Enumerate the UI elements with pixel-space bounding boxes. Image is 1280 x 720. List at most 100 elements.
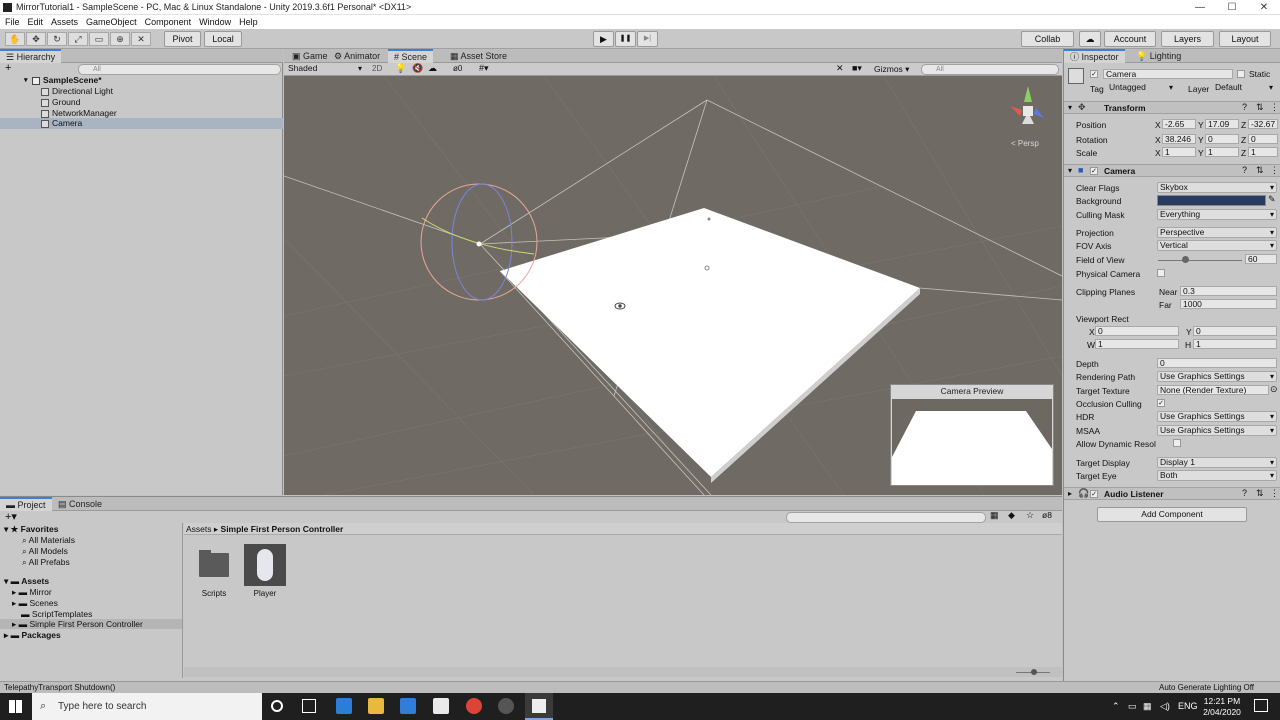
help-icon[interactable]: ? [1242, 102, 1247, 112]
filter-label-icon[interactable]: ◆ [1008, 510, 1015, 521]
position-y-field[interactable]: 17.09 [1205, 119, 1239, 129]
move-tool-icon[interactable]: ✥ [26, 32, 46, 46]
hierarchy-item-directional-light[interactable]: Directional Light [0, 86, 283, 97]
effects-toggle-icon[interactable]: ☁ [428, 63, 437, 74]
play-button[interactable]: ▶ [593, 31, 614, 47]
orientation-gizmo-icon[interactable] [1010, 86, 1044, 124]
menu-window[interactable]: Window [199, 17, 231, 27]
eyedropper-icon[interactable]: ✎ [1268, 194, 1276, 205]
custom-tool-icon[interactable]: ✕ [131, 32, 151, 46]
fov-slider-thumb[interactable] [1182, 256, 1189, 263]
favorite-star-icon[interactable]: ☆ [1026, 510, 1034, 521]
scale-x-field[interactable]: 1 [1162, 147, 1196, 157]
grid-toggle-icon[interactable]: #▾ [479, 63, 489, 74]
far-field[interactable]: 1000 [1180, 299, 1277, 309]
collapse-arrow-icon[interactable]: ▾ [1068, 166, 1072, 175]
msaa-dropdown[interactable]: Use Graphics Settings [1157, 425, 1277, 436]
assets-folder[interactable]: ▾ ▬ Assets [4, 576, 49, 586]
component-menu-icon[interactable]: ⋮ [1270, 488, 1279, 499]
tab-inspector[interactable]: ⓘ Inspector [1064, 49, 1125, 63]
viewport-w-field[interactable]: 1 [1095, 339, 1179, 349]
mail-icon[interactable] [433, 698, 449, 714]
folder-scripttemplates[interactable]: ▬ ScriptTemplates [21, 609, 92, 619]
viewport-x-field[interactable]: 0 [1095, 326, 1179, 336]
expand-arrow-icon[interactable]: ▾ [24, 75, 28, 86]
collab-dropdown[interactable]: Collab [1021, 31, 1074, 47]
project-add-button[interactable]: +▾ [5, 510, 17, 523]
add-component-button[interactable]: Add Component [1097, 507, 1247, 522]
close-button[interactable]: ✕ [1248, 0, 1280, 15]
preset-icon[interactable]: ⇅ [1256, 488, 1264, 499]
fav-all-models[interactable]: ⌕ All Models [22, 546, 68, 556]
static-checkbox[interactable] [1237, 70, 1245, 78]
fav-all-prefabs[interactable]: ⌕ All Prefabs [22, 557, 70, 567]
rotation-x-field[interactable]: 38.246 [1162, 134, 1196, 144]
cloud-icon[interactable]: ☁ [1079, 31, 1101, 47]
scene-view[interactable]: ▣ Game ⚙ Animator # Scene ▦ Asset Store … [284, 49, 1062, 495]
gizmos-dropdown[interactable]: Gizmos ▾ [874, 64, 909, 75]
viewport-h-field[interactable]: 1 [1193, 339, 1277, 349]
fov-slider-track[interactable] [1158, 260, 1242, 261]
menu-edit[interactable]: Edit [28, 17, 44, 27]
component-menu-icon[interactable]: ⋮ [1270, 102, 1279, 113]
obs-icon[interactable] [498, 698, 514, 714]
help-icon[interactable]: ? [1242, 165, 1247, 175]
audio-listener-checkbox[interactable]: ✓ [1090, 490, 1098, 498]
menu-component[interactable]: Component [145, 17, 192, 27]
folder-scenes[interactable]: ▸ ▬ Scenes [12, 598, 58, 608]
position-z-field[interactable]: -32.67 [1248, 119, 1278, 129]
tab-scene[interactable]: # Scene [388, 49, 434, 63]
pause-button[interactable]: ❚❚ [615, 31, 636, 47]
preset-icon[interactable]: ⇅ [1256, 165, 1264, 176]
scale-y-field[interactable]: 1 [1205, 147, 1239, 157]
folder-mirror[interactable]: ▸ ▬ Mirror [12, 587, 52, 597]
tab-console[interactable]: ▤ Console [52, 497, 108, 511]
collapse-arrow-icon[interactable]: ▸ [1068, 489, 1072, 498]
audio-listener-header[interactable]: ▸ 🎧 ✓ Audio Listener ? ⇅ ⋮ [1064, 487, 1280, 500]
edge-icon[interactable] [336, 698, 352, 714]
asset-scripts[interactable]: Scripts [196, 547, 232, 598]
local-toggle[interactable]: Local [204, 31, 242, 47]
target-eye-dropdown[interactable]: Both [1157, 470, 1277, 481]
tab-project[interactable]: ▬ Project [0, 497, 52, 511]
menu-file[interactable]: File [5, 17, 20, 27]
icon-size-slider-thumb[interactable] [1031, 669, 1037, 675]
tab-hierarchy[interactable]: ☰ Hierarchy [0, 49, 62, 63]
scale-tool-icon[interactable]: ⤢ [68, 32, 88, 46]
fav-all-materials[interactable]: ⌕ All Materials [22, 535, 75, 545]
2d-toggle[interactable]: 2D [372, 64, 382, 73]
transform-header[interactable]: ▾ ✥ Transform ? ⇅ ⋮ [1064, 101, 1280, 114]
tools-icon[interactable]: ✕ [836, 63, 844, 74]
task-view-icon[interactable] [302, 699, 316, 713]
menu-gameobject[interactable]: GameObject [86, 17, 137, 27]
ground-plane[interactable] [500, 208, 920, 477]
store-icon[interactable] [400, 698, 416, 714]
rendering-path-dropdown[interactable]: Use Graphics Settings [1157, 371, 1277, 382]
taskbar-search-input[interactable]: ⌕ Type here to search [32, 693, 262, 720]
language-indicator[interactable]: ENG [1178, 701, 1198, 711]
packages-folder[interactable]: ▸ ▬ Packages [4, 630, 61, 640]
layer-dropdown[interactable]: Default [1213, 83, 1275, 94]
position-x-field[interactable]: -2.65 [1162, 119, 1196, 129]
breadcrumb-current[interactable]: Simple First Person Controller [221, 524, 344, 534]
filter-type-icon[interactable]: ▦ [990, 510, 999, 521]
step-button[interactable]: ▶| [637, 31, 658, 47]
active-checkbox[interactable]: ✓ [1090, 70, 1098, 78]
depth-field[interactable]: 0 [1157, 358, 1277, 368]
tag-dropdown[interactable]: Untagged [1107, 83, 1175, 94]
tray-battery-icon[interactable]: ▭ [1128, 701, 1137, 712]
cortana-icon[interactable] [271, 700, 283, 712]
hierarchy-add-button[interactable]: + [5, 62, 11, 74]
fov-axis-dropdown[interactable]: Vertical [1157, 240, 1277, 251]
unity-taskbar-button[interactable] [525, 693, 553, 720]
menu-help[interactable]: Help [239, 17, 258, 27]
target-texture-field[interactable]: None (Render Texture) [1157, 385, 1269, 395]
taskbar-clock[interactable]: 12:21 PM 2/04/2020 [1202, 696, 1242, 718]
camera-enabled-checkbox[interactable]: ✓ [1090, 167, 1098, 175]
notification-icon[interactable] [1254, 699, 1268, 712]
fov-field[interactable]: 60 [1245, 254, 1277, 264]
rect-tool-icon[interactable]: ▭ [89, 32, 109, 46]
rotate-tool-icon[interactable]: ↻ [47, 32, 67, 46]
minimize-button[interactable]: — [1184, 0, 1216, 15]
help-icon[interactable]: ? [1242, 488, 1247, 498]
